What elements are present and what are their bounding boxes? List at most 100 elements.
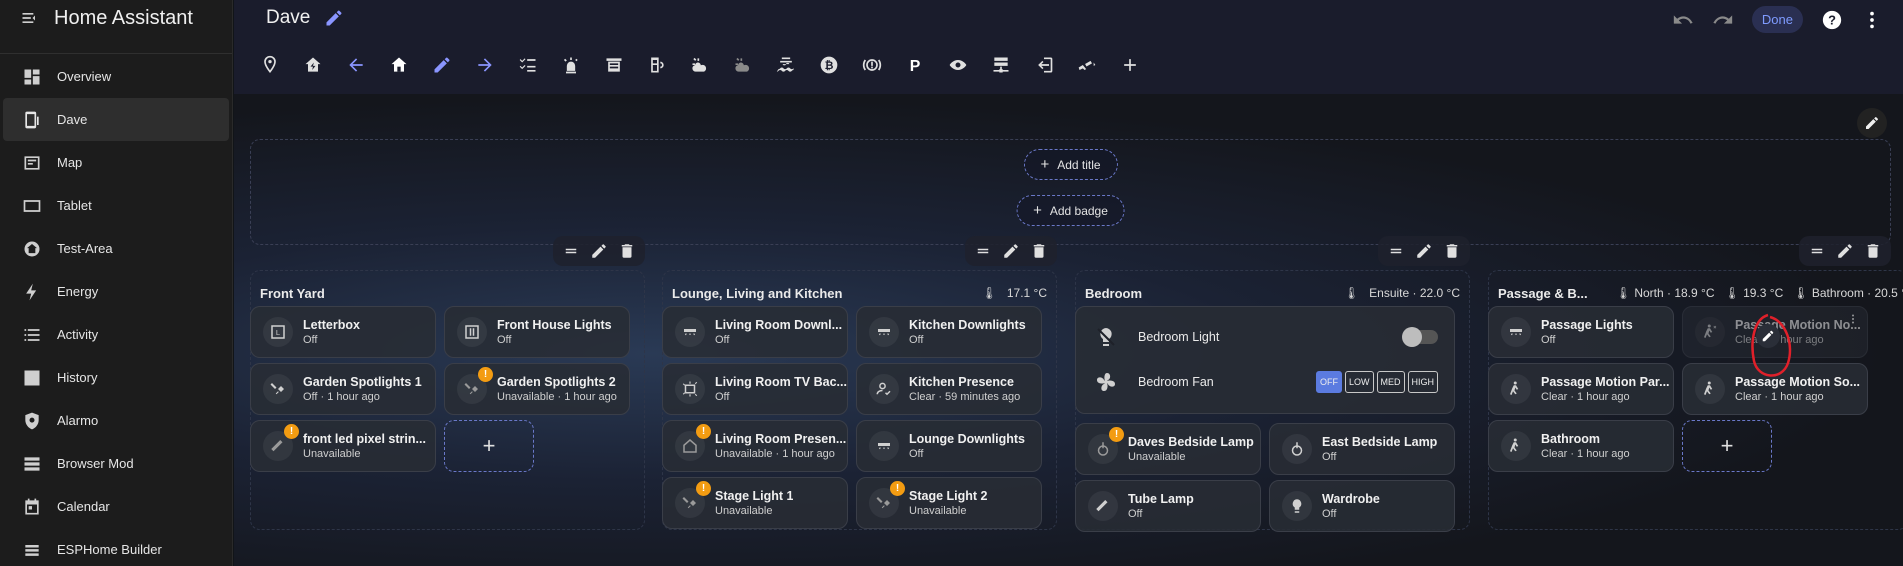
sidebar-item-activity[interactable]: Activity xyxy=(3,313,229,356)
view-tab-login[interactable] xyxy=(1024,45,1064,85)
tile-card-daves-bedside-lamp[interactable]: ! Daves Bedside Lamp Unavailable xyxy=(1075,423,1261,475)
view-tab-map-marker[interactable] xyxy=(250,45,290,85)
edit-view-button[interactable] xyxy=(1857,108,1887,138)
tile-icon-wrap: ! xyxy=(263,424,299,461)
add-card-button[interactable]: + xyxy=(1682,420,1772,472)
fan-mode-high-button[interactable]: HIGH xyxy=(1407,371,1438,393)
view-tab-fridge[interactable] xyxy=(637,45,677,85)
bedroom-light-toggle[interactable] xyxy=(1402,327,1438,347)
view-tab-bitcoin[interactable]: ₿ xyxy=(809,45,849,85)
view-tab-server-network[interactable] xyxy=(981,45,1021,85)
drag-handle-icon[interactable] xyxy=(562,242,580,260)
sidebar-item-browser-mod[interactable]: Browser Mod xyxy=(3,442,229,485)
sidebar-item-overview[interactable]: Overview xyxy=(3,55,229,98)
sidebar-item-test-area[interactable]: Test-Area xyxy=(3,227,229,270)
add-view-button[interactable] xyxy=(1110,45,1150,85)
temperature-bathroom: 🌡︎ Bathroom · 20.5 ° xyxy=(1793,286,1903,300)
tile-card-living-room-downlights[interactable]: Living Room Downl... Off xyxy=(662,306,848,358)
tile-card-lounge-downlights[interactable]: Lounge Downlights Off xyxy=(856,420,1042,472)
login-icon xyxy=(1038,57,1053,73)
tile-icon-wrap xyxy=(263,374,293,404)
delete-icon[interactable] xyxy=(1030,242,1048,260)
delete-icon[interactable] xyxy=(618,242,636,260)
delete-icon[interactable] xyxy=(1864,242,1882,260)
view-tab-parking[interactable]: P xyxy=(895,45,935,85)
sidebar-item-history[interactable]: History xyxy=(3,356,229,399)
tile-card-kitchen-downlights[interactable]: Kitchen Downlights Off xyxy=(856,306,1042,358)
view-tab-alarm-light[interactable] xyxy=(551,45,591,85)
warning-badge-icon: ! xyxy=(890,481,905,496)
tile-card-garden-spotlights-1[interactable]: Garden Spotlights 1 Off · 1 hour ago xyxy=(250,363,436,415)
undo-icon[interactable] xyxy=(1672,9,1694,31)
pencil-icon[interactable] xyxy=(1415,242,1433,260)
view-tab-garage[interactable] xyxy=(594,45,634,85)
redo-icon[interactable] xyxy=(1712,9,1734,31)
card-edit-button[interactable] xyxy=(1756,324,1780,348)
sidebar-item-energy[interactable]: Energy xyxy=(3,270,229,313)
tile-card-front-led-pixel-strip[interactable]: ! front led pixel strin... Unavailable xyxy=(250,420,436,472)
view-tab-current-home[interactable] xyxy=(379,45,419,85)
pencil-icon[interactable] xyxy=(1002,242,1020,260)
view-tab-move-right[interactable] xyxy=(465,45,505,85)
delete-icon[interactable] xyxy=(1443,242,1461,260)
map-icon xyxy=(24,155,40,170)
add-card-button[interactable]: + xyxy=(444,420,534,472)
pencil-icon[interactable] xyxy=(590,242,608,260)
fan-mode-med-button[interactable]: MED xyxy=(1376,371,1405,393)
view-tab-move-left[interactable] xyxy=(336,45,376,85)
sidebar-item-map[interactable]: Map xyxy=(3,141,229,184)
home-outline-icon xyxy=(683,439,697,453)
pencil-icon[interactable] xyxy=(1836,242,1854,260)
view-tab-home-lightning[interactable] xyxy=(293,45,333,85)
view-tab-checklist[interactable] xyxy=(508,45,548,85)
svg-text:P: P xyxy=(910,58,921,75)
sidebar-item-tablet[interactable]: Tablet xyxy=(3,184,229,227)
sidebar-item-dave[interactable]: Dave xyxy=(3,98,229,141)
tile-card-living-room-presence[interactable]: ! Living Room Presen... Unavailable · 1 h… xyxy=(662,420,848,472)
view-tab-pool[interactable] xyxy=(766,45,806,85)
sidebar-item-label: ESPHome Builder xyxy=(57,542,162,557)
arrow-left-icon xyxy=(349,58,363,72)
fan-mode-off-button[interactable]: OFF xyxy=(1315,371,1342,393)
tile-card-tube-lamp[interactable]: Tube Lamp Off xyxy=(1075,480,1261,532)
view-tab-car-alert[interactable] xyxy=(852,45,892,85)
tile-card-wardrobe[interactable]: Wardrobe Off xyxy=(1269,480,1455,532)
view-tab-edit[interactable] xyxy=(422,45,462,85)
view-tab-cctv[interactable] xyxy=(1067,45,1107,85)
view-tab-eye[interactable] xyxy=(938,45,978,85)
view-tab-weather-sunset[interactable] xyxy=(680,45,720,85)
tile-card-stage-light-1[interactable]: ! Stage Light 1 Unavailable xyxy=(662,477,848,529)
fan-mode-low-button[interactable]: LOW xyxy=(1344,371,1374,393)
view-tab-weather-night[interactable] xyxy=(723,45,763,85)
menu-open-icon[interactable] xyxy=(20,8,40,28)
drag-handle-icon[interactable] xyxy=(974,242,992,260)
more-vert-icon[interactable] xyxy=(1861,9,1883,31)
sidebar-item-esphome-builder[interactable]: ESPHome Builder xyxy=(3,528,229,566)
sidebar-nav: Overview Dave Map Tablet Test-Area Energ… xyxy=(0,54,232,566)
tile-card-living-room-tv-backlight[interactable]: Living Room TV Bac... Off xyxy=(662,363,848,415)
tile-card-letterbox[interactable]: L Letterbox Off xyxy=(250,306,436,358)
drag-handle-icon[interactable] xyxy=(1387,242,1405,260)
tile-card-front-house-lights[interactable]: Front House Lights Off xyxy=(444,306,630,358)
help-icon[interactable]: ? xyxy=(1821,9,1843,31)
done-button[interactable]: Done xyxy=(1751,6,1803,33)
tile-card-garden-spotlights-2[interactable]: ! Garden Spotlights 2 Unavailable · 1 hou… xyxy=(444,363,630,415)
add-badge-button[interactable]: + Add badge xyxy=(1016,195,1125,226)
tile-card-passage-motion-parent[interactable]: Passage Motion Par... Clear · 1 hour ago xyxy=(1488,363,1674,415)
tile-card-bathroom[interactable]: Bathroom Clear · 1 hour ago xyxy=(1488,420,1674,472)
drag-handle-icon[interactable] xyxy=(1808,242,1826,260)
sidebar-item-alarmo[interactable]: Alarmo xyxy=(3,399,229,442)
tile-icon-wrap: ! xyxy=(457,367,493,404)
card-options-button[interactable] xyxy=(1843,309,1863,329)
tile-state: Unavailable · 1 hour ago xyxy=(497,391,617,403)
tile-card-east-bedside-lamp[interactable]: East Bedside Lamp Off xyxy=(1269,423,1455,475)
tile-card-stage-light-2[interactable]: ! Stage Light 2 Unavailable xyxy=(856,477,1042,529)
entity-row-bedroom-light[interactable]: Bedroom Light xyxy=(1094,325,1438,349)
sidebar-item-calendar[interactable]: Calendar xyxy=(3,485,229,528)
lightning-icon xyxy=(26,283,37,300)
add-title-button[interactable]: + Add title xyxy=(1023,149,1118,180)
entity-name: Bedroom Light xyxy=(1138,330,1220,344)
edit-title-pencil-icon[interactable] xyxy=(324,8,344,28)
tile-card-kitchen-presence[interactable]: Kitchen Presence Clear · 59 minutes ago xyxy=(856,363,1042,415)
tile-card-passage-lights[interactable]: Passage Lights Off xyxy=(1488,306,1674,358)
